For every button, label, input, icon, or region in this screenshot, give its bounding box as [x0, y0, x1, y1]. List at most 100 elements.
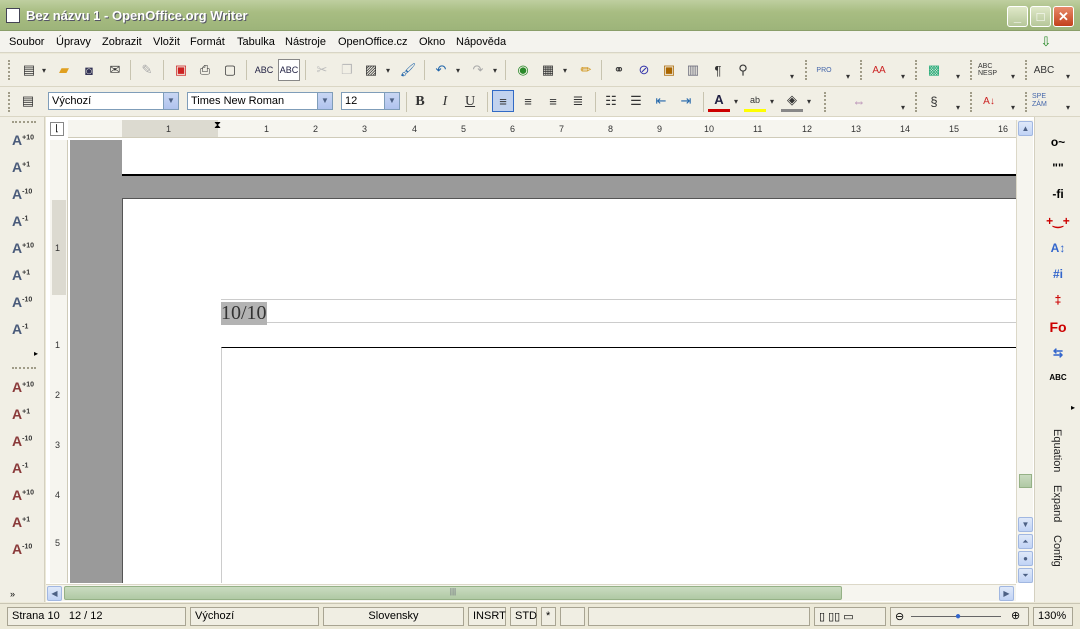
align-center-icon[interactable]: ≡: [517, 90, 539, 112]
menu-napoveda[interactable]: Nápověda: [456, 36, 506, 48]
autospellcheck-icon[interactable]: ABC: [278, 59, 300, 81]
vertical-ruler[interactable]: 1 1 2 3 4 5: [50, 140, 68, 583]
horizontal-scrollbar[interactable]: ◀ ||| ▶: [46, 584, 1016, 601]
scroll-left-icon[interactable]: ◀: [47, 586, 62, 601]
char-scale-button[interactable]: A+1: [12, 514, 40, 534]
horizontal-scroll-thumb[interactable]: |||: [64, 586, 842, 600]
ligature-icon[interactable]: -fi: [1043, 187, 1073, 207]
change-case-icon[interactable]: AA: [868, 59, 890, 81]
paragraph-style-select[interactable]: Výchozí ▼: [48, 92, 179, 110]
navigator-globe-icon[interactable]: ◉: [512, 59, 534, 81]
font-name-select[interactable]: Times New Roman ▼: [187, 92, 333, 110]
print-preview-icon[interactable]: ▢: [219, 59, 241, 81]
email-icon[interactable]: ✉: [104, 59, 126, 81]
menu-zobrazit[interactable]: Zobrazit: [102, 36, 142, 48]
mark-icon[interactable]: ‡: [1043, 293, 1073, 313]
align-right-icon[interactable]: ≡: [542, 90, 564, 112]
font-size-step-button[interactable]: A-10: [12, 294, 40, 314]
info-icon[interactable]: #i: [1043, 267, 1073, 287]
font-size-step-button[interactable]: A+10: [12, 240, 40, 260]
signature-indicator[interactable]: [560, 607, 585, 626]
spe-zam-icon[interactable]: SPE ZÁM: [1032, 90, 1054, 112]
equation-button[interactable]: Equation: [1051, 429, 1063, 472]
zoom-slider[interactable]: ⊖ ● ⊕: [890, 607, 1029, 626]
page-style-indicator[interactable]: Výchozí: [190, 607, 319, 626]
align-left-icon[interactable]: ≡: [492, 90, 514, 112]
font-size-step-button[interactable]: A-1: [12, 321, 40, 341]
char-scale-button[interactable]: A+10: [12, 379, 40, 399]
save-icon[interactable]: ◙: [78, 59, 100, 81]
font-color-icon[interactable]: A: [708, 90, 730, 112]
menu-okno[interactable]: Okno: [419, 36, 445, 48]
highlight-icon[interactable]: ab: [744, 90, 766, 112]
background-color-icon[interactable]: ◈: [781, 90, 803, 112]
char-scale-button[interactable]: A+10: [12, 487, 40, 507]
char-scale-button[interactable]: A+1: [12, 406, 40, 426]
char-scale-button[interactable]: A-10: [12, 541, 40, 561]
multi-page-view-icon[interactable]: ▯▯: [828, 611, 840, 623]
print-icon[interactable]: ⎙: [194, 59, 216, 81]
update-download-icon[interactable]: ⇩: [1035, 31, 1057, 53]
pro-icon[interactable]: PRO: [813, 59, 835, 81]
indent-marker-icon[interactable]: ⧗: [214, 120, 221, 131]
more-double-chevron-icon[interactable]: »: [10, 589, 15, 599]
paste-icon[interactable]: ▨: [360, 59, 382, 81]
refresh-icon[interactable]: ⇆: [1043, 346, 1073, 366]
table-icon[interactable]: ▦: [537, 59, 559, 81]
vertical-scrollbar[interactable]: ▲ ▼ ⏶ ● ⏷: [1016, 120, 1033, 583]
language-indicator[interactable]: Slovensky: [323, 607, 464, 626]
font-size-step-button[interactable]: A+1: [12, 267, 40, 287]
scroll-up-icon[interactable]: ▲: [1018, 121, 1033, 136]
expand-arrow-icon[interactable]: ▸: [34, 349, 38, 358]
menu-vlozit[interactable]: Vložit: [153, 36, 180, 48]
menu-tabulka[interactable]: Tabulka: [237, 36, 275, 48]
cut-icon[interactable]: ✂: [311, 59, 333, 81]
decrease-indent-icon[interactable]: ⇤: [650, 90, 672, 112]
expand-button[interactable]: Expand: [1051, 485, 1063, 522]
export-pdf-icon[interactable]: ▣: [170, 59, 192, 81]
close-button[interactable]: ✕: [1053, 6, 1074, 27]
zoom-slider-handle[interactable]: ●: [955, 611, 961, 622]
zoom-icon[interactable]: ⚲: [732, 59, 754, 81]
spacing-icon[interactable]: A↓: [978, 90, 1000, 112]
single-page-view-icon[interactable]: ▯: [819, 611, 825, 623]
fo-icon[interactable]: Fo: [1043, 319, 1073, 339]
page-indicator[interactable]: Strana 10 12 / 12: [7, 607, 186, 626]
gallery-icon[interactable]: ▣: [658, 59, 680, 81]
format-paintbrush-icon[interactable]: 🖌: [397, 59, 419, 81]
vertical-scroll-thumb[interactable]: [1019, 474, 1032, 488]
menu-openoffice-cz[interactable]: OpenOffice.cz: [338, 36, 408, 48]
expand-arrow-icon[interactable]: ▸: [1071, 403, 1075, 412]
menu-upravy[interactable]: Úpravy: [56, 36, 91, 48]
draw-functions-icon[interactable]: ✏: [575, 59, 597, 81]
document-canvas[interactable]: 10/10: [70, 140, 1016, 583]
find-replace-binoculars-icon[interactable]: ⚭: [608, 59, 630, 81]
insert-space-icon[interactable]: +‿+: [1043, 214, 1073, 234]
scroll-down-icon[interactable]: ▼: [1018, 517, 1033, 532]
data-sources-icon[interactable]: ▥: [682, 59, 704, 81]
navigator-icon[interactable]: ⊘: [633, 59, 655, 81]
zoom-level[interactable]: 130%: [1033, 607, 1073, 626]
font-size-step-button[interactable]: A+10: [12, 132, 40, 152]
scroll-right-icon[interactable]: ▶: [999, 586, 1014, 601]
minimize-button[interactable]: _: [1007, 6, 1028, 27]
bold-button[interactable]: B: [409, 91, 431, 113]
title-bar[interactable]: Bez názvu 1 - OpenOffice.org Writer _ □ …: [0, 0, 1080, 31]
header-area[interactable]: 10/10: [221, 299, 1016, 325]
scroll-icon[interactable]: §: [923, 90, 945, 112]
next-page-icon[interactable]: ⏷: [1018, 568, 1033, 583]
text-body-area[interactable]: [221, 347, 1016, 583]
chevron-down-icon[interactable]: ▼: [317, 93, 332, 109]
font-size-step-button[interactable]: A-1: [12, 213, 40, 233]
chevron-down-icon[interactable]: ▼: [384, 93, 399, 109]
italic-button[interactable]: I: [434, 91, 456, 113]
horizontal-ruler[interactable]: ⌊ 1 ⧗ 1 2 3 4 5 6 7 8 9 10 11 12 13 14 1…: [50, 120, 1016, 138]
justify-icon[interactable]: ≣: [567, 90, 589, 112]
text-direction-icon[interactable]: ⇔: [848, 90, 870, 112]
maximize-button[interactable]: □: [1030, 6, 1051, 27]
view-layout-buttons[interactable]: ▯ ▯▯ ▭: [814, 607, 886, 626]
zoom-in-icon[interactable]: ⊕: [1011, 609, 1020, 622]
redo-icon[interactable]: ↷: [467, 59, 489, 81]
numbering-icon[interactable]: ☷: [600, 90, 622, 112]
edit-file-icon[interactable]: ✎: [136, 59, 158, 81]
